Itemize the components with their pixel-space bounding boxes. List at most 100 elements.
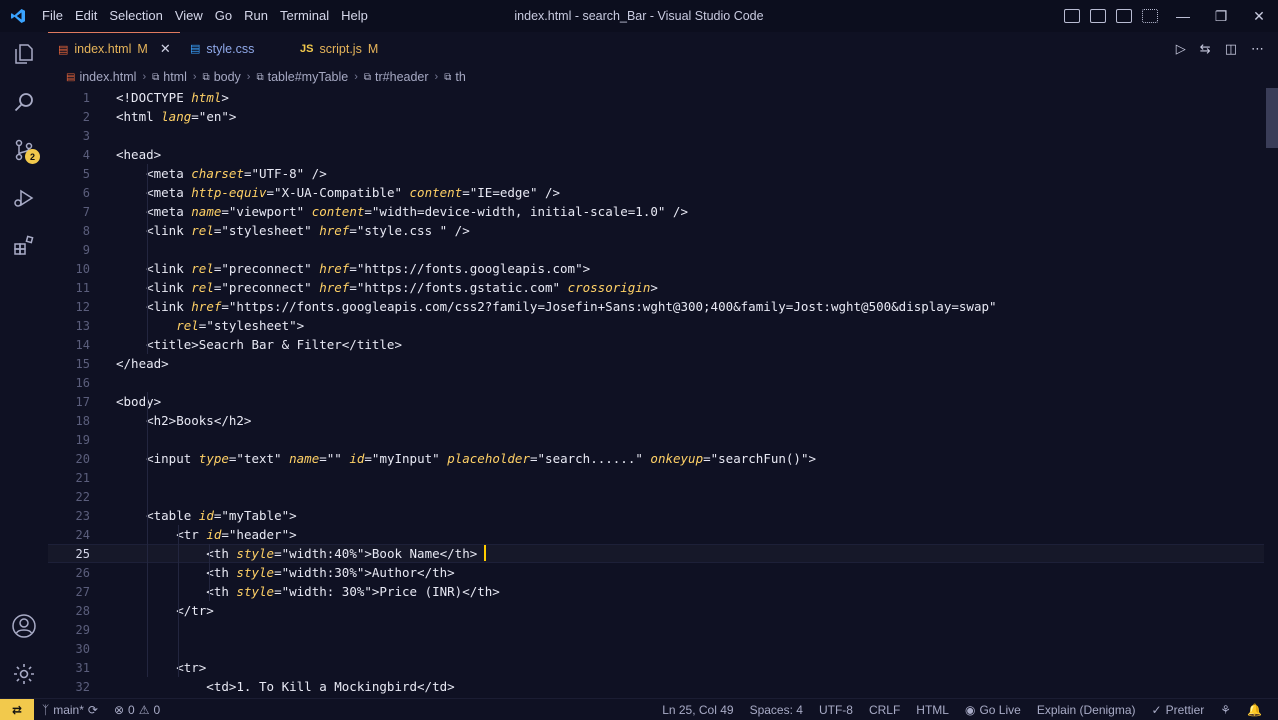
code-line[interactable]: 24 <tr id="header"> [48,525,1264,544]
accounts-icon[interactable] [0,604,48,648]
editor-actions: ▷ ⇆ ◫ ⋯ [1176,32,1264,65]
toggle-panel-icon[interactable] [1090,9,1106,23]
go-live-button[interactable]: ◉ Go Live [957,703,1029,717]
code-line[interactable]: 3 [48,126,1264,145]
end-of-line[interactable]: CRLF [861,703,908,717]
go-live-label: Go Live [979,703,1021,717]
close-tab-icon[interactable]: ✕ [160,41,171,57]
code-line[interactable]: 28 </tr> [48,601,1264,620]
line-number: 18 [75,413,90,428]
breadcrumb-item[interactable]: html [163,70,187,84]
prettier-button[interactable]: ✓ Prettier [1144,703,1213,717]
code-line[interactable]: 6 <meta http-equiv="X-UA-Compatible" con… [48,183,1264,202]
code-line[interactable]: 17 <body> [48,392,1264,411]
code-line[interactable]: 12 <link href="https://fonts.googleapis.… [48,297,1264,316]
close-window-icon[interactable]: ✕ [1240,0,1278,32]
menu-item-go[interactable]: Go [209,0,238,32]
branch-indicator[interactable]: ᛉ main* ⟳ [34,703,106,717]
code-text: <th style="width:40%">Book Name</th> [116,546,478,561]
code-line[interactable]: 27 <th style="width: 30%">Price (INR)</t… [48,582,1264,601]
code-line[interactable]: 14 <title>Seacrh Bar & Filter</title> [48,335,1264,354]
explorer-icon[interactable] [0,32,48,76]
menu-item-file[interactable]: File [36,0,69,32]
code-text: <link rel="preconnect" href="https://fon… [116,261,591,276]
indent-guide [178,525,179,677]
code-line[interactable]: 1 <!DOCTYPE html> [48,88,1264,107]
notifications-bell-icon[interactable]: 🔔 [1239,703,1270,717]
code-line[interactable]: 16 [48,373,1264,392]
scrollbar-thumb[interactable] [1266,88,1278,148]
code-line[interactable]: 11 <link rel="preconnect" href="https://… [48,278,1264,297]
code-line[interactable]: 26 <th style="width:30%">Author</th> [48,563,1264,582]
customize-layout-icon[interactable] [1142,9,1158,23]
language-mode[interactable]: HTML [908,703,957,717]
sync-icon[interactable]: ⟳ [88,703,98,717]
split-editor-icon[interactable]: ◫ [1225,41,1237,57]
line-number: 12 [75,299,90,314]
run-debug-icon[interactable] [0,176,48,220]
code-line[interactable]: 23 <table id="myTable"> [48,506,1264,525]
more-actions-icon[interactable]: ⋯ [1251,41,1264,57]
source-control-icon[interactable]: 2 [0,128,48,172]
code-text: <td>1. To Kill a Mockingbird</td> [116,679,455,694]
indentation[interactable]: Spaces: 4 [742,703,811,717]
run-icon[interactable]: ▷ [1176,41,1186,57]
code-line[interactable]: 18 <h2>Books</h2> [48,411,1264,430]
code-line[interactable]: 31 <tr> [48,658,1264,677]
code-editor[interactable]: 1 <!DOCTYPE html> 2 <html lang="en"> 3 4 <head… [48,88,1264,698]
code-line[interactable]: 8 <link rel="stylesheet" href="style.css… [48,221,1264,240]
open-changes-icon[interactable]: ⇆ [1200,41,1211,57]
code-text: <th style="width:30%">Author</th> [116,565,455,580]
layout-controls [1064,0,1158,32]
code-text: <body> [116,394,162,409]
menu-item-selection[interactable]: Selection [103,0,168,32]
tab-script-js[interactable]: JS script.js M [290,32,400,65]
code-text: <table id="myTable"> [116,508,297,523]
code-line[interactable]: 10 <link rel="preconnect" href="https://… [48,259,1264,278]
code-line[interactable]: 15 </head> [48,354,1264,373]
code-line[interactable]: 5 <meta charset="UTF-8" /> [48,164,1264,183]
code-line[interactable]: 25 <th style="width:40%">Book Name</th> [48,544,1264,563]
line-number: 8 [82,223,90,238]
restore-icon[interactable]: ❐ [1202,0,1240,32]
code-line[interactable]: 29 [48,620,1264,639]
vertical-scrollbar[interactable] [1264,88,1278,698]
code-text: <link rel="stylesheet" href="style.css "… [116,223,470,238]
code-line[interactable]: 30 [48,639,1264,658]
code-line[interactable]: 13 rel="stylesheet"> [48,316,1264,335]
code-line[interactable]: 19 [48,430,1264,449]
toggle-primary-sidebar-icon[interactable] [1064,9,1080,23]
problems-indicator[interactable]: ⊗ 0 ⚠ 0 [106,703,168,717]
code-line[interactable]: 7 <meta name="viewport" content="width=d… [48,202,1264,221]
tab-style-css[interactable]: ▤ style.css [180,32,290,65]
breadcrumb-item[interactable]: index.html [79,70,136,84]
line-number: 6 [82,185,90,200]
code-line[interactable]: 32 <td>1. To Kill a Mockingbird</td> [48,677,1264,696]
breadcrumb-item[interactable]: body [214,70,241,84]
code-line[interactable]: 2 <html lang="en"> [48,107,1264,126]
menu-item-run[interactable]: Run [238,0,274,32]
encoding[interactable]: UTF-8 [811,703,861,717]
breadcrumb-item[interactable]: tr#header [375,70,429,84]
code-line[interactable]: 4 <head> [48,145,1264,164]
menu-item-terminal[interactable]: Terminal [274,0,335,32]
remote-indicator-icon[interactable]: ⇄ [0,698,34,720]
toggle-secondary-sidebar-icon[interactable] [1116,9,1132,23]
code-line[interactable]: 20 <input type="text" name="" id="myInpu… [48,449,1264,468]
accounts-status-icon[interactable]: ⚘ [1212,703,1239,717]
search-icon[interactable] [0,80,48,124]
menu-item-help[interactable]: Help [335,0,374,32]
tab-index-html[interactable]: ▤ index.html M ✕ [48,32,180,65]
minimize-icon[interactable]: — [1164,0,1202,32]
code-line[interactable]: 9 [48,240,1264,259]
breadcrumb-item[interactable]: th [455,70,465,84]
settings-gear-icon[interactable] [0,652,48,696]
extensions-icon[interactable] [0,224,48,268]
cursor-position[interactable]: Ln 25, Col 49 [654,703,741,717]
code-line[interactable]: 22 [48,487,1264,506]
menu-item-edit[interactable]: Edit [69,0,103,32]
breadcrumb-item[interactable]: table#myTable [268,70,349,84]
menu-item-view[interactable]: View [169,0,209,32]
code-line[interactable]: 21 [48,468,1264,487]
explain-denigma-button[interactable]: Explain (Denigma) [1029,703,1144,717]
